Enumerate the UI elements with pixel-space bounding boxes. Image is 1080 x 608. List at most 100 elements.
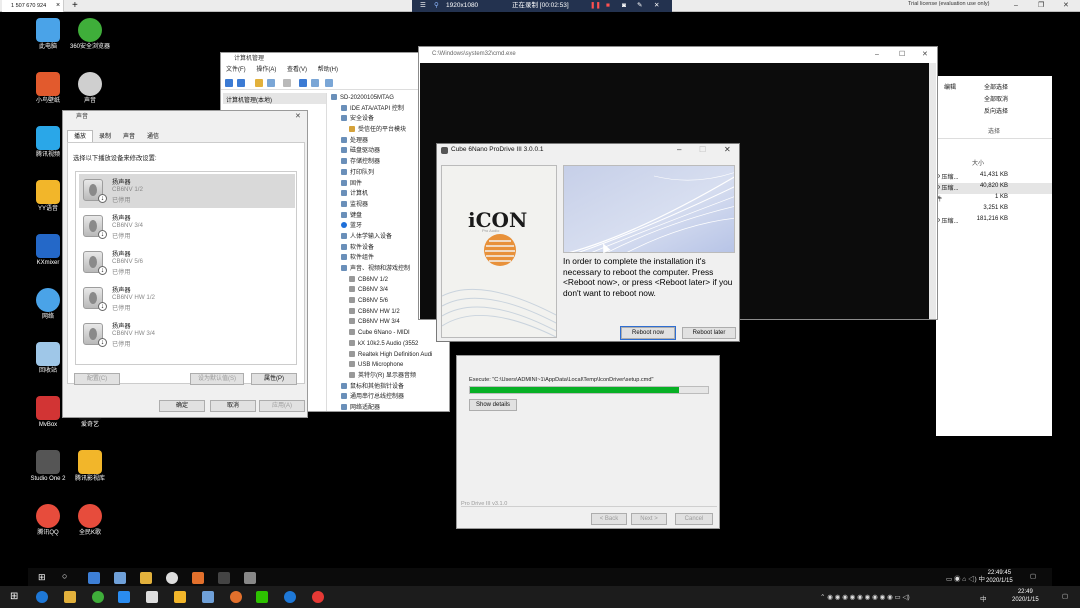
local-clock[interactable]: 22:49 2020/1/15 bbox=[1012, 588, 1039, 604]
tree-item[interactable]: kX 10k2.5 Audio (3552 bbox=[331, 339, 449, 350]
app-icon[interactable] bbox=[146, 591, 158, 603]
notification-icon[interactable]: ▢ bbox=[1030, 572, 1036, 580]
folder-icon[interactable] bbox=[64, 591, 76, 603]
taskbar-app-icon[interactable] bbox=[244, 572, 256, 584]
search-icon[interactable]: ○ bbox=[62, 571, 67, 581]
device-item[interactable]: ↓ 扬声器 CB6NV HW 1/2 已停用 bbox=[79, 282, 295, 316]
maximize-button[interactable]: ☐ bbox=[899, 47, 905, 62]
column-size[interactable]: 大小 bbox=[972, 158, 984, 167]
forward-arrow-icon[interactable] bbox=[237, 79, 245, 87]
ime-indicator[interactable]: 中 bbox=[980, 593, 987, 603]
app-icon[interactable] bbox=[202, 591, 214, 603]
tree-item[interactable]: 鼠标和其他指针设备 bbox=[331, 382, 449, 393]
wechat-icon[interactable] bbox=[256, 591, 268, 603]
notification-icon[interactable]: ▢ bbox=[1062, 592, 1068, 600]
minimize-button[interactable]: – bbox=[1014, 0, 1018, 12]
file-row[interactable]: 3,251 KB bbox=[936, 205, 1052, 216]
desktop-icon-this-pc[interactable]: 此电脑 bbox=[28, 18, 68, 51]
taskbar-app-icon[interactable] bbox=[88, 572, 100, 584]
stop-icon[interactable]: ■ bbox=[606, 0, 610, 12]
menu-view[interactable]: 查看(V) bbox=[287, 67, 307, 73]
back-arrow-icon[interactable] bbox=[225, 79, 233, 87]
close-button[interactable]: ✕ bbox=[724, 145, 731, 154]
tab-close-icon[interactable]: × bbox=[56, 0, 60, 12]
device-item[interactable]: ↓ 扬声器 CB6NV 3/4 已停用 bbox=[79, 210, 295, 244]
pause-icon[interactable]: ❚❚ bbox=[590, 0, 601, 12]
file-row[interactable]: 件1 KB bbox=[936, 194, 1052, 205]
reboot-later-button[interactable]: Reboot later bbox=[682, 327, 736, 339]
tree-root[interactable]: 计算机管理(本地) bbox=[223, 93, 326, 104]
invert-selection-button[interactable]: 反向选择 bbox=[984, 106, 1008, 115]
minimize-button[interactable]: – bbox=[677, 145, 681, 154]
tree-item[interactable]: 英特尔(R) 显示器音频 bbox=[331, 371, 449, 382]
record-icon[interactable] bbox=[312, 591, 324, 603]
start-icon[interactable]: ⊞ bbox=[38, 572, 46, 583]
tree-item[interactable]: Cube 6Nano - MIDI bbox=[331, 328, 449, 339]
desktop-icon-studio-one[interactable]: Studio One 2 bbox=[28, 450, 68, 483]
tree-item[interactable]: 网络适配器 bbox=[331, 403, 449, 411]
camera-icon[interactable]: ◙ bbox=[622, 0, 626, 12]
file-row[interactable]: P 压缩... 41,431 KB bbox=[936, 172, 1052, 183]
device-item[interactable]: ↓ 扬声器 CB6NV 1/2 已停用 bbox=[79, 174, 295, 208]
cmd-scrollbar[interactable] bbox=[929, 63, 936, 319]
select-none-button[interactable]: 全部取消 bbox=[984, 94, 1008, 103]
folder-icon[interactable] bbox=[255, 79, 263, 87]
browser-tab[interactable]: 1 507 670 924 bbox=[2, 0, 64, 12]
close-button[interactable]: ✕ bbox=[295, 111, 301, 123]
tree-item[interactable]: USB Microphone bbox=[331, 360, 449, 371]
app-icon[interactable] bbox=[230, 591, 242, 603]
taskbar-app-icon[interactable] bbox=[192, 572, 204, 584]
file-row[interactable]: P 压缩... 40,820 KB bbox=[936, 183, 1052, 194]
app-icon[interactable] bbox=[284, 591, 296, 603]
help-icon[interactable] bbox=[299, 79, 307, 87]
tree-item[interactable]: Realtek High Definition Audi bbox=[331, 350, 449, 361]
taskbar-app-icon[interactable] bbox=[114, 572, 126, 584]
taskbar-cmd-icon[interactable] bbox=[218, 572, 230, 584]
remote-clock[interactable]: 22:49:45 2020/1/15 bbox=[986, 569, 1013, 585]
pen-icon[interactable]: ✎ bbox=[637, 0, 642, 12]
close-recorder-icon[interactable]: ✕ bbox=[654, 0, 659, 12]
app-icon[interactable] bbox=[174, 591, 186, 603]
grid-icon[interactable] bbox=[311, 79, 319, 87]
file-row[interactable]: P 压缩... 181,216 KB bbox=[936, 216, 1052, 227]
reboot-now-button[interactable]: Reboot now bbox=[620, 326, 676, 340]
close-button[interactable]: ✕ bbox=[922, 47, 928, 62]
desktop-icon-tencent-library[interactable]: 腾讯影视库 bbox=[70, 450, 110, 483]
select-all-button[interactable]: 全部选择 bbox=[984, 82, 1008, 91]
next-button[interactable]: Next > bbox=[631, 513, 667, 525]
apply-button[interactable]: 应用(A) bbox=[259, 400, 305, 412]
desktop-icon-360-browser[interactable]: 360安全浏览器 bbox=[70, 18, 110, 51]
browser-icon[interactable] bbox=[92, 591, 104, 603]
menu-help[interactable]: 帮助(H) bbox=[318, 67, 338, 73]
edge-icon[interactable] bbox=[36, 591, 48, 603]
ribbon-edit[interactable]: 编辑 bbox=[944, 82, 956, 91]
monitor-icon[interactable] bbox=[325, 79, 333, 87]
minimize-button[interactable]: – bbox=[875, 47, 879, 62]
desktop-icon-karaoke[interactable]: 全民K歌 bbox=[70, 504, 110, 537]
taskbar-folder-icon[interactable] bbox=[140, 572, 152, 584]
pin-icon[interactable]: ⚲ bbox=[434, 0, 439, 12]
desktop-icon-qq[interactable]: 腾讯QQ bbox=[28, 504, 68, 537]
tray-icons[interactable]: ⌃ ◉ ◉ ◉ ◉ ◉ ◉ ◉ ◉ ◉ ▭ ◁) bbox=[820, 593, 910, 601]
menu-action[interactable]: 操作(A) bbox=[256, 67, 276, 73]
cancel-button[interactable]: Cancel bbox=[675, 513, 713, 525]
set-default-button[interactable]: 设为默认值(S) bbox=[190, 373, 244, 385]
ok-button[interactable]: 确定 bbox=[159, 400, 205, 412]
restore-button[interactable]: ❐ bbox=[1038, 0, 1044, 12]
device-item[interactable]: ↓ 扬声器 CB6NV HW 3/4 已停用 bbox=[79, 318, 295, 352]
close-button[interactable]: ✕ bbox=[1063, 0, 1069, 12]
properties-icon[interactable] bbox=[283, 79, 291, 87]
configure-button[interactable]: 配置(C) bbox=[74, 373, 120, 385]
back-button[interactable]: < Back bbox=[591, 513, 627, 525]
list-icon[interactable] bbox=[267, 79, 275, 87]
device-item[interactable]: ↓ 扬声器 CB6NV 5/6 已停用 bbox=[79, 246, 295, 280]
remote-desktop-icon[interactable] bbox=[118, 591, 130, 603]
desktop-icon-sound[interactable]: 声音 bbox=[70, 72, 110, 105]
cancel-button[interactable]: 取消 bbox=[210, 400, 256, 412]
tree-item[interactable]: 通用串行总线控制器 bbox=[331, 392, 449, 403]
new-tab-button[interactable]: + bbox=[72, 0, 78, 11]
taskbar-app-icon[interactable] bbox=[166, 572, 178, 584]
properties-button[interactable]: 属性(P) bbox=[251, 373, 297, 385]
menu-file[interactable]: 文件(F) bbox=[226, 67, 246, 73]
tray-icons[interactable]: ▭ ◉ ⌂ ◁) 中 bbox=[946, 573, 985, 583]
